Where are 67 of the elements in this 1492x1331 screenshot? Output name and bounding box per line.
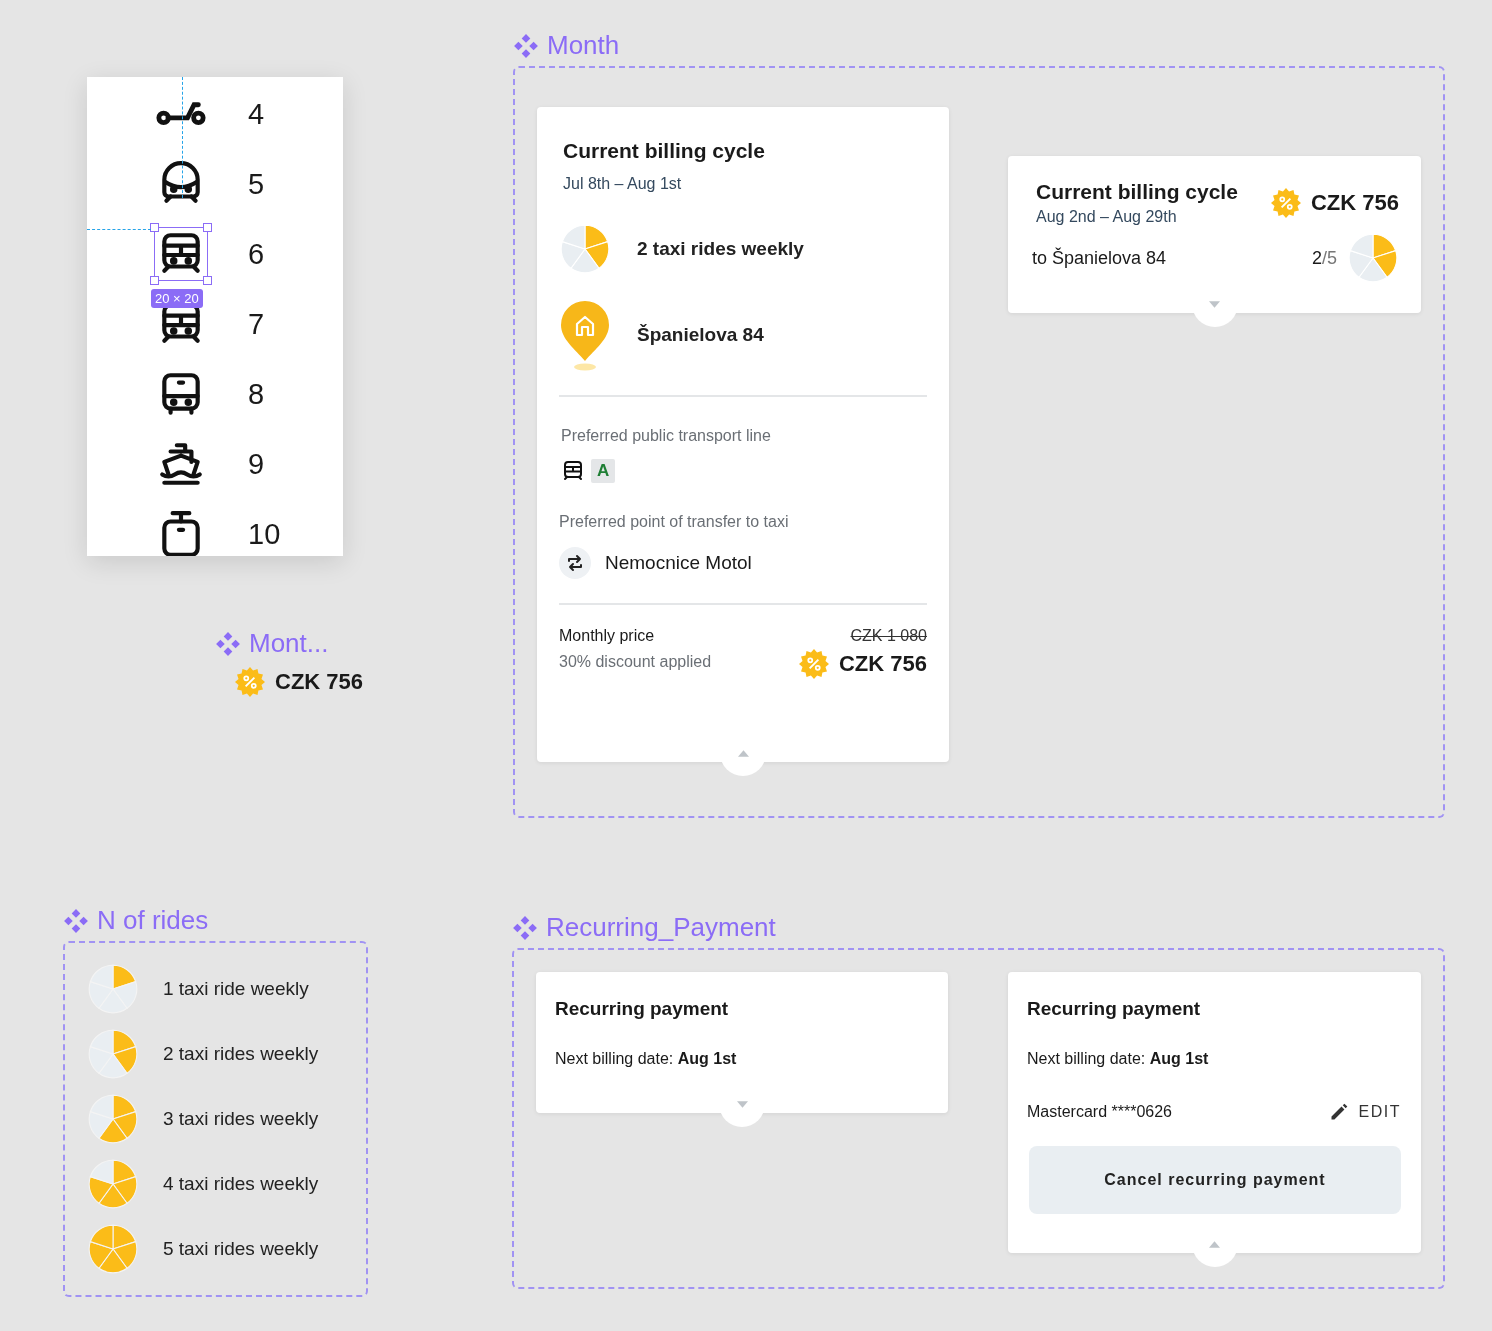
rides-pie-chart [87,1093,139,1145]
discount-badge-icon [1270,188,1301,218]
rides-pie-chart [87,1223,139,1275]
resize-handle[interactable] [203,223,212,232]
card-title: Recurring payment [555,998,730,1020]
transfer-stop: Nemocnice Motol [605,552,752,574]
caret-down-icon [1209,301,1220,308]
resize-handle[interactable] [150,276,159,285]
card-number: Mastercard ****0626 [1027,1103,1172,1121]
rides-pie-chart [87,1028,139,1080]
line-badge: A [591,459,616,483]
frame-title: Recurring_Payment [546,912,776,943]
resize-handle[interactable] [203,276,212,285]
rides-pie-chart [87,1158,139,1210]
size-badge: 20 × 20 [151,289,203,308]
icon-number: 8 [248,377,265,411]
icon-number: 7 [248,307,265,341]
component-icon [513,32,539,59]
icon-number: 5 [248,167,265,201]
component-icon [512,914,538,941]
rides-label: 2 taxi rides weekly [163,1043,319,1065]
edit-button[interactable]: EDIT [1328,1102,1401,1122]
component-icon [63,907,89,934]
rides-label: 2 taxi rides weekly [637,238,804,260]
price: CZK 756 [838,651,927,677]
icon-number: 9 [248,447,265,481]
discount-note: 30% discount applied [559,653,712,671]
card-title: Recurring payment [1027,998,1202,1020]
next-billing-date: Next billing date: Aug 1st [555,1050,738,1068]
card-title: Current billing cycle [1036,180,1238,204]
rides-pie-chart [559,223,611,275]
price: CZK 756 [275,669,364,695]
icon-number: 6 [248,237,265,271]
caret-down-icon [736,1101,748,1108]
destination-label: to Španielova 84 [1032,247,1167,269]
rides-label: 4 taxi rides weekly [163,1173,319,1195]
next-billing-date: Next billing date: Aug 1st [1027,1050,1210,1068]
date-range: Aug 2nd – Aug 29th [1036,208,1178,226]
frame-title: Month [547,30,620,61]
rides-label: 5 taxi rides weekly [163,1238,319,1260]
rides-label: 1 taxi ride weekly [163,978,309,1000]
rides-pie-chart [1347,232,1399,284]
component-icon [215,630,241,657]
section-label: Preferred public transport line [561,427,772,445]
frame-title: N of rides [97,905,209,936]
section-label: Preferred point of transfer to taxi [559,513,790,531]
icon-number: 10 [248,517,281,551]
resize-handle[interactable] [150,223,159,232]
caret-up-icon [737,750,749,757]
address-label: Španielova 84 [637,324,764,346]
icon-number: 4 [248,97,265,131]
rides-pie-chart [87,963,139,1015]
rides-label: 3 taxi rides weekly [163,1108,319,1130]
original-price: CZK 1 080 [850,627,927,645]
tram-icon [561,459,585,483]
price-label: Monthly price [559,627,656,645]
ride-count: 2/5 [1311,247,1337,269]
transfer-icon [559,547,591,579]
price: CZK 756 [1310,190,1399,216]
frame-title: Mont... [249,628,329,659]
discount-badge-icon [798,649,829,679]
discount-badge-icon [235,667,265,697]
caret-up-icon [1209,1241,1220,1248]
cancel-payment-button[interactable]: Cancel recurring payment [1029,1146,1401,1214]
date-range: Jul 8th – Aug 1st [563,175,683,193]
card-title: Current billing cycle [563,139,766,163]
home-pin-icon [559,299,611,371]
